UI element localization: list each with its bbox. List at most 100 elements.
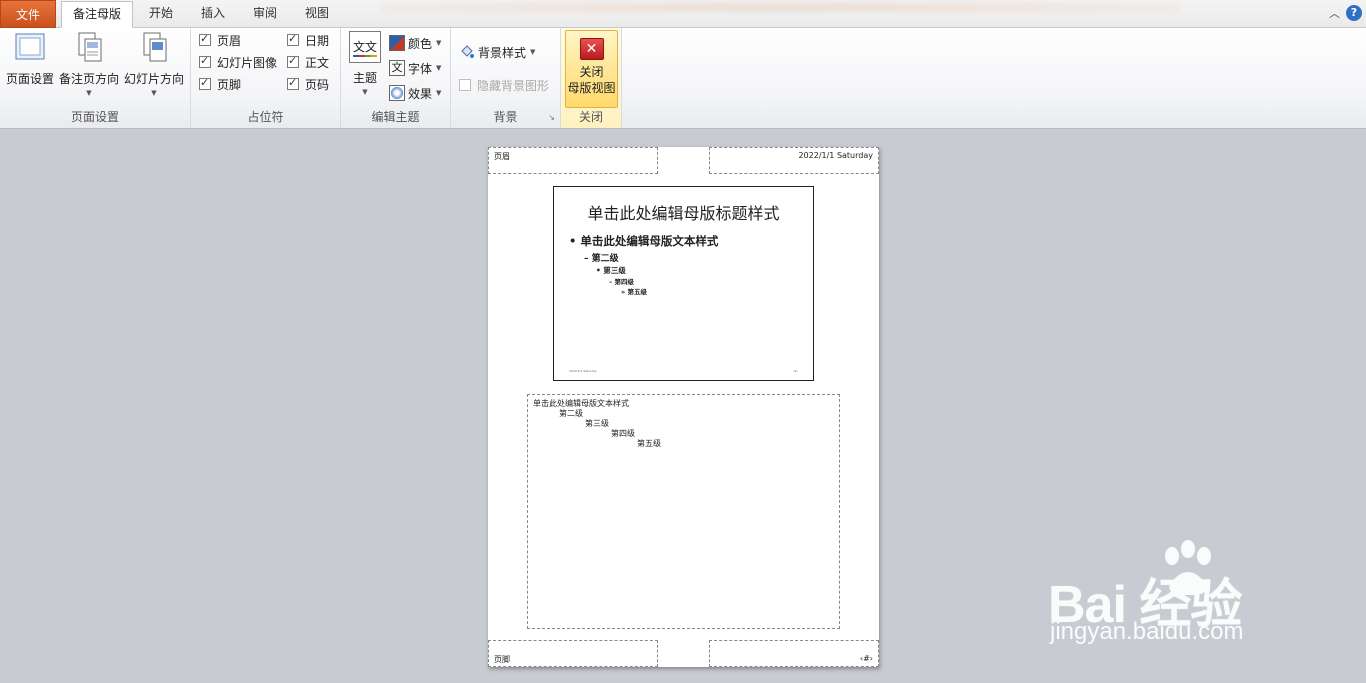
dialog-launcher-icon[interactable]: ↘ xyxy=(548,113,555,122)
checkbox-hide-background-label: 隐藏背景图形 xyxy=(477,78,550,93)
fonts-button[interactable]: 文 字体 ▼ xyxy=(389,58,441,78)
page-setup-label: 页面设置 xyxy=(5,72,54,86)
background-styles-label: 背景样式 xyxy=(478,45,527,60)
close-master-view-button[interactable]: ✕ 关闭 母版视图 xyxy=(565,30,618,108)
themes-button[interactable]: 文文 主题 ▼ xyxy=(348,31,382,96)
group-placeholders: 页眉 幻灯片图像 页脚 日期 正文 页码 占位符 xyxy=(191,28,341,128)
ribbon-tab-bar: 文件 备注母版 开始 插入 审阅 视图 ︿ ? xyxy=(0,0,1366,28)
themes-label: 主题 xyxy=(352,71,377,85)
tab-review[interactable]: 审阅 xyxy=(241,1,289,28)
checkbox-header[interactable]: 页眉 xyxy=(199,31,241,49)
notes-orientation-button[interactable]: 备注页方向 ▼ xyxy=(58,31,120,97)
notes-level2: 第二级 xyxy=(559,409,583,418)
checkbox-checked-icon xyxy=(199,76,211,90)
checkbox-page-number[interactable]: 页码 xyxy=(287,75,329,93)
group-page-setup: 页面设置 备注页方向 ▼ 幻灯片方向 ▼ 页面设置 xyxy=(0,28,191,128)
chevron-down-icon: ▼ xyxy=(86,89,92,97)
slide-level3: • 第三级 xyxy=(596,266,626,275)
checkbox-checked-icon xyxy=(287,32,299,46)
baidu-watermark: Bai 经验 jingyan.baidu.com xyxy=(1048,540,1308,660)
title-glow xyxy=(380,0,1180,14)
colors-label: 颜色 xyxy=(408,36,433,51)
slide-level5: » 第五级 xyxy=(621,288,647,296)
page-number-placeholder[interactable]: ‹#› xyxy=(709,640,879,667)
tab-home[interactable]: 开始 xyxy=(137,1,185,28)
date-placeholder[interactable]: 2022/1/1 Saturday xyxy=(709,147,879,174)
tab-file[interactable]: 文件 xyxy=(0,0,56,28)
effects-label: 效果 xyxy=(408,86,433,101)
notes-orientation-icon xyxy=(78,32,102,62)
tab-insert[interactable]: 插入 xyxy=(189,1,237,28)
slide-orientation-label: 幻灯片方向 xyxy=(123,72,184,86)
close-label-line1: 关闭 xyxy=(579,65,604,79)
themes-icon: 文文 xyxy=(349,31,381,63)
header-placeholder[interactable]: 页眉 xyxy=(488,147,658,174)
footer-placeholder[interactable]: 页脚 xyxy=(488,640,658,667)
notes-body-placeholder[interactable]: 单击此处编辑母版文本样式 第二级 第三级 第四级 第五级 xyxy=(527,394,840,629)
page-number-text: ‹#› xyxy=(859,654,873,663)
checkbox-body-label: 正文 xyxy=(305,55,330,70)
group-background: 背景样式 ▼ 隐藏背景图形 背景 ↘ xyxy=(451,28,561,128)
chevron-down-icon: ▼ xyxy=(151,89,157,97)
checkbox-checked-icon xyxy=(199,54,211,68)
checkbox-slide-image-label: 幻灯片图像 xyxy=(217,55,278,70)
background-styles-button[interactable]: 背景样式 ▼ xyxy=(459,42,535,62)
fonts-label: 字体 xyxy=(408,61,433,76)
group-close: ✕ 关闭 母版视图 关闭 xyxy=(561,28,622,128)
effects-icon xyxy=(389,85,405,101)
tab-view[interactable]: 视图 xyxy=(293,1,341,28)
notes-level4: 第四级 xyxy=(611,429,635,438)
colors-button[interactable]: 颜色 ▼ xyxy=(389,33,441,53)
checkbox-date[interactable]: 日期 xyxy=(287,31,329,49)
group-label-background: 背景 xyxy=(493,110,518,124)
group-edit-theme: 文文 主题 ▼ 颜色 ▼ 文 字体 ▼ 效果 ▼ 编辑主题 xyxy=(341,28,451,128)
slide-orientation-button[interactable]: 幻灯片方向 ▼ xyxy=(123,31,185,97)
checkbox-checked-icon xyxy=(287,76,299,90)
page-setup-button[interactable]: 页面设置 xyxy=(4,31,56,87)
themes-icon-text: 文文 xyxy=(352,40,377,54)
minimize-ribbon-icon[interactable]: ︿ xyxy=(1329,5,1340,21)
checkbox-checked-icon xyxy=(287,54,299,68)
slide-image-placeholder[interactable]: 单击此处编辑母版标题样式 • 单击此处编辑母版文本样式 – 第二级 • 第三级 … xyxy=(553,186,814,381)
checkbox-slide-image[interactable]: 幻灯片图像 xyxy=(199,53,277,71)
checkbox-footer[interactable]: 页脚 xyxy=(199,75,241,93)
slide-level2: – 第二级 xyxy=(584,254,619,264)
slide-level1: • 单击此处编辑母版文本样式 xyxy=(569,234,719,248)
slide-footer-number: ‹#› xyxy=(793,369,798,373)
chevron-down-icon: ▼ xyxy=(436,39,442,47)
checkbox-date-label: 日期 xyxy=(305,33,330,48)
checkbox-hide-background[interactable]: 隐藏背景图形 xyxy=(459,76,549,94)
notes-level3: 第三级 xyxy=(585,419,609,428)
slide-orientation-icon xyxy=(143,32,167,62)
date-text: 2022/1/1 Saturday xyxy=(798,151,873,160)
checkbox-body[interactable]: 正文 xyxy=(287,53,329,71)
group-label-page-setup: 页面设置 xyxy=(70,110,119,124)
notes-orientation-label: 备注页方向 xyxy=(58,72,119,86)
effects-button[interactable]: 效果 ▼ xyxy=(389,83,441,103)
chevron-down-icon: ▼ xyxy=(436,64,442,72)
footer-text: 页脚 xyxy=(494,655,510,664)
checkbox-checked-icon xyxy=(199,32,211,46)
fonts-icon: 文 xyxy=(389,60,405,76)
checkbox-unchecked-icon xyxy=(459,79,471,91)
checkbox-header-label: 页眉 xyxy=(217,33,242,48)
slide-title: 单击此处编辑母版标题样式 xyxy=(587,204,780,223)
chevron-down-icon: ▼ xyxy=(530,48,536,56)
paw-icon xyxy=(1165,540,1211,596)
slide-footer-date: 2022/1/1 Saturday xyxy=(569,369,597,373)
chevron-down-icon: ▼ xyxy=(362,88,368,96)
tab-notes-master[interactable]: 备注母版 xyxy=(61,1,133,28)
close-label-line2: 母版视图 xyxy=(567,81,616,95)
watermark-url: jingyan.baidu.com xyxy=(1050,618,1244,645)
group-label-edit-theme: 编辑主题 xyxy=(371,110,420,124)
slide-level4: – 第四级 xyxy=(609,278,635,286)
notes-master-page: 页眉 2022/1/1 Saturday 单击此处编辑母版标题样式 • 单击此处… xyxy=(488,147,879,667)
group-label-close: 关闭 xyxy=(578,110,603,124)
colors-icon xyxy=(389,35,405,51)
paint-bucket-icon xyxy=(459,44,475,60)
chevron-down-icon: ▼ xyxy=(436,89,442,97)
page-setup-icon xyxy=(15,33,45,60)
close-icon: ✕ xyxy=(579,38,604,60)
header-text: 页眉 xyxy=(494,152,510,161)
help-icon[interactable]: ? xyxy=(1346,5,1362,21)
